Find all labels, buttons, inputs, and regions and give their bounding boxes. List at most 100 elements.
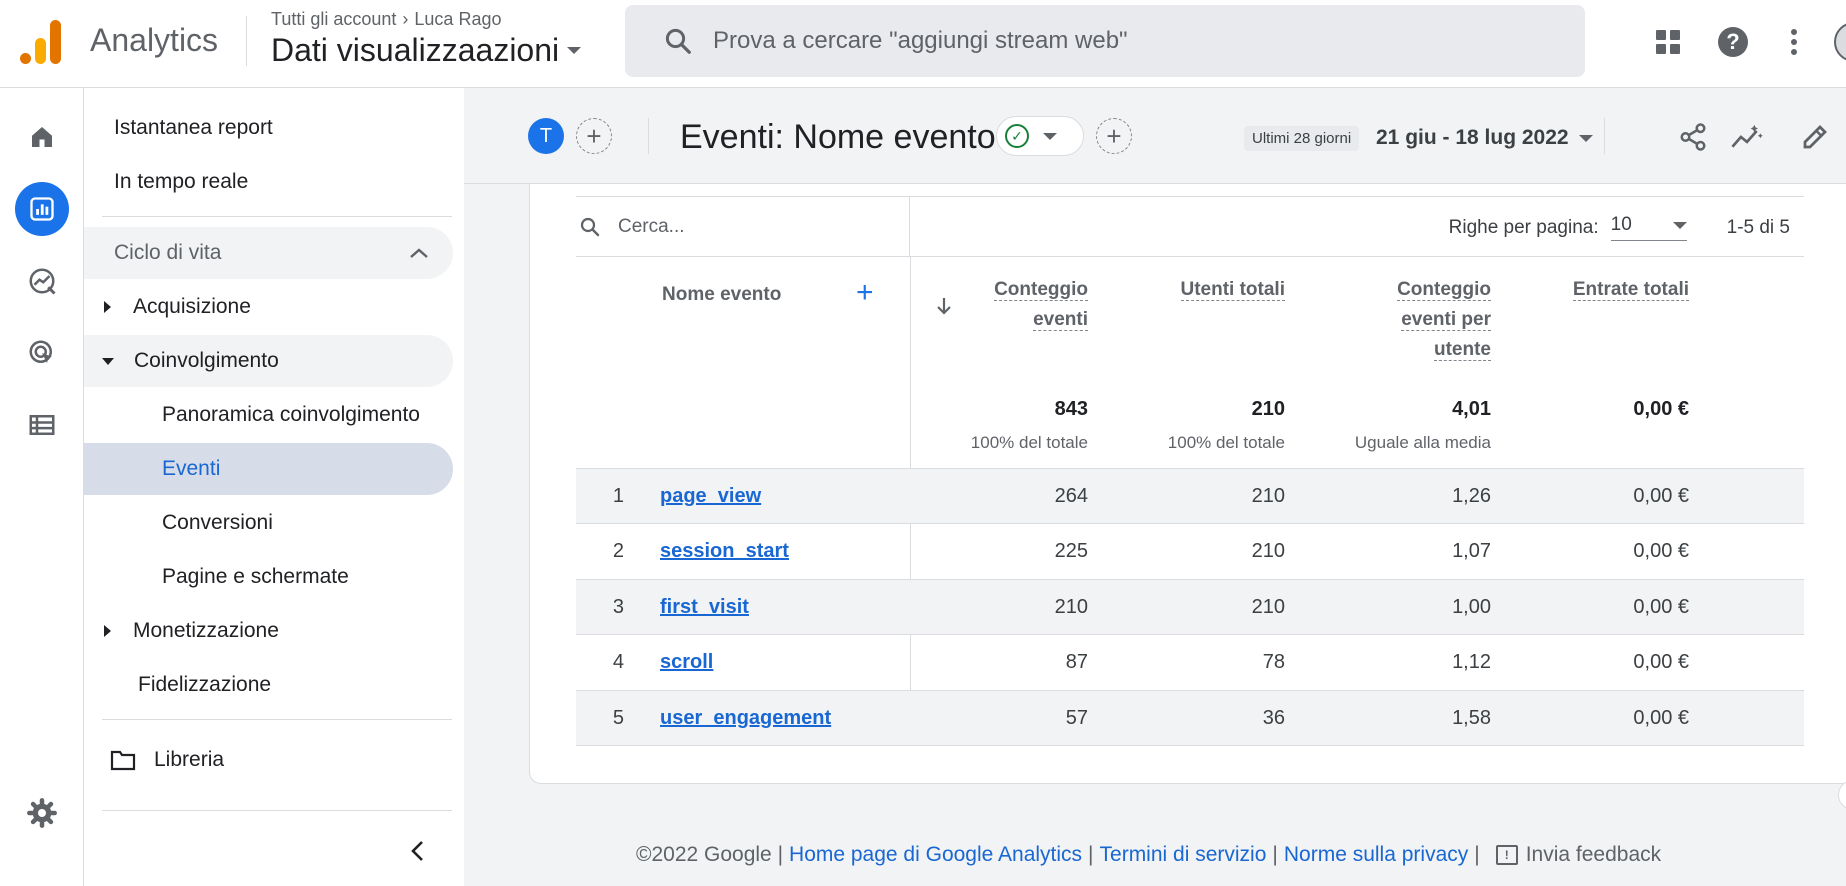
cell-events-per-user: 1,58 xyxy=(1452,707,1491,729)
report-header: T + Eventi: Nome evento ✓ + Ultimi 28 gi… xyxy=(464,88,1846,184)
cell-total-revenue: 0,00 € xyxy=(1633,707,1689,729)
nav-item-label: Pagine e schermate xyxy=(162,565,349,588)
event-name-link[interactable]: first_visit xyxy=(660,596,749,619)
reports-nav: Istantanea report In tempo reale Ciclo d… xyxy=(84,88,464,886)
configure-icon[interactable] xyxy=(15,398,69,452)
date-range-picker[interactable]: 21 giu - 18 lug 2022 xyxy=(1376,126,1593,150)
add-dimension-plus-icon[interactable]: + xyxy=(856,278,874,308)
cell-total-revenue: 0,00 € xyxy=(1633,540,1689,562)
table-row: 5 user_engagement 57 36 1,58 0,00 € xyxy=(576,690,1804,746)
footer: ©2022 Google | Home page di Google Analy… xyxy=(636,843,1661,867)
event-name-link[interactable]: scroll xyxy=(660,651,713,674)
nav-section-lifecycle[interactable]: Ciclo di vita xyxy=(84,227,453,279)
collapse-nav-chevron-left-icon[interactable] xyxy=(402,836,432,866)
column-header-total-revenue[interactable]: Entrate totali xyxy=(1530,275,1689,305)
nav-item-label: Coinvolgimento xyxy=(134,349,279,372)
home-icon[interactable] xyxy=(15,110,69,164)
nav-divider xyxy=(102,216,452,217)
cell-total-users: 210 xyxy=(1251,485,1285,507)
feedback-icon: ! xyxy=(1495,845,1518,865)
settings-gear-icon[interactable] xyxy=(15,786,69,840)
breadcrumb[interactable]: Tutti gli account › Luca Rago xyxy=(271,9,501,30)
analytics-logo-icon[interactable] xyxy=(20,20,64,64)
nav-item-pages-screens[interactable]: Pagine e schermate xyxy=(84,551,453,603)
rows-per-page-select[interactable]: 10 xyxy=(1610,214,1687,241)
add-comparison-plus-icon[interactable]: + xyxy=(576,118,612,154)
nav-item-acquisition[interactable]: Acquisizione xyxy=(84,281,453,333)
cell-total-revenue: 0,00 € xyxy=(1633,651,1689,673)
rows-per-page-value: 10 xyxy=(1610,214,1632,235)
table-row: 2 session_start 225 210 1,07 0,00 € xyxy=(576,523,1804,579)
help-icon[interactable]: ? xyxy=(1715,24,1751,60)
advertising-icon[interactable] xyxy=(15,326,69,380)
column-header-total-users[interactable]: Utenti totali xyxy=(1130,275,1285,305)
share-icon[interactable] xyxy=(1676,120,1710,154)
breadcrumb-parent[interactable]: Tutti gli account xyxy=(271,9,396,30)
nav-item-label: Acquisizione xyxy=(133,295,251,318)
dimension-header[interactable]: Nome evento xyxy=(662,280,781,310)
header-divider xyxy=(246,16,247,66)
nav-section-label: Ciclo di vita xyxy=(114,241,222,264)
column-header-event-count[interactable]: Conteggio eventi xyxy=(950,275,1088,335)
left-rail xyxy=(0,88,84,886)
caret-down-icon xyxy=(1672,221,1687,229)
avatar[interactable] xyxy=(1834,22,1846,62)
cell-events-per-user: 1,00 xyxy=(1452,596,1491,618)
breadcrumb-child[interactable]: Luca Rago xyxy=(414,9,501,30)
nav-item-label: Eventi xyxy=(162,457,221,480)
explore-icon[interactable] xyxy=(15,254,69,308)
cell-event-count: 225 xyxy=(1054,540,1088,562)
header-line: eventi xyxy=(1033,309,1088,331)
reports-icon[interactable] xyxy=(15,182,69,236)
date-preset-chip: Ultimi 28 giorni xyxy=(1244,126,1360,151)
footer-link-privacy[interactable]: Norme sulla privacy xyxy=(1284,843,1468,867)
table-search[interactable] xyxy=(576,197,910,257)
comparison-avatar[interactable]: T xyxy=(528,118,564,154)
header-divider xyxy=(648,118,649,154)
nav-item-library[interactable]: Libreria xyxy=(84,734,453,786)
edit-pencil-icon[interactable] xyxy=(1798,120,1832,154)
nav-item-engagement-overview[interactable]: Panoramica coinvolgimento xyxy=(84,389,453,441)
table-search-input[interactable] xyxy=(618,216,878,238)
row-index: 1 xyxy=(612,485,624,507)
feedback-button[interactable]: ! Invia feedback xyxy=(1495,843,1661,867)
nav-item-events[interactable]: Eventi xyxy=(84,443,453,495)
event-name-link[interactable]: session_start xyxy=(660,540,789,563)
more-vert-icon[interactable] xyxy=(1776,24,1812,60)
header-line: Entrate totali xyxy=(1572,279,1689,301)
cell-total-users: 210 xyxy=(1251,540,1285,562)
nav-item-snapshot[interactable]: Istantanea report xyxy=(84,102,453,154)
apps-grid-icon[interactable] xyxy=(1650,24,1686,60)
pagination-label: 1-5 di 5 xyxy=(1726,216,1790,238)
expand-arrow-icon xyxy=(104,625,111,637)
cell-event-count: 264 xyxy=(1054,485,1088,507)
search-input[interactable] xyxy=(713,27,1513,55)
header-line: utente xyxy=(1434,339,1491,361)
add-filter-plus-icon[interactable]: + xyxy=(1096,118,1132,154)
chevron-right-icon: › xyxy=(402,9,409,29)
insights-icon[interactable] xyxy=(1730,120,1764,154)
footer-link-terms[interactable]: Termini di servizio xyxy=(1100,843,1267,867)
event-name-link[interactable]: page_view xyxy=(660,485,761,508)
search-bar[interactable] xyxy=(625,5,1585,77)
nav-item-label: Libreria xyxy=(154,748,225,771)
cell-total-users: 36 xyxy=(1262,707,1285,729)
nav-item-monetization[interactable]: Monetizzazione xyxy=(84,605,453,657)
nav-item-retention[interactable]: Fidelizzazione xyxy=(84,659,453,711)
property-selector[interactable]: Dati visualizzaazioni xyxy=(271,32,582,69)
nav-item-engagement[interactable]: Coinvolgimento xyxy=(84,335,453,387)
nav-divider xyxy=(102,810,452,811)
footer-link-home[interactable]: Home page di Google Analytics xyxy=(789,843,1082,867)
scroll-handle[interactable] xyxy=(1838,780,1846,810)
chevron-up-icon xyxy=(410,248,428,258)
column-header-events-per-user[interactable]: Conteggio eventi per utente xyxy=(1320,275,1491,365)
table-row: 4 scroll 87 78 1,12 0,00 € xyxy=(576,634,1804,690)
nav-item-realtime[interactable]: In tempo reale xyxy=(84,156,453,208)
nav-item-conversions[interactable]: Conversioni xyxy=(84,497,453,549)
header-line: Conteggio xyxy=(1397,279,1491,301)
header-line: eventi per xyxy=(1401,309,1491,331)
report-status-dropdown[interactable]: ✓ xyxy=(996,116,1084,156)
event-name-link[interactable]: user_engagement xyxy=(660,707,831,730)
caret-down-icon xyxy=(1043,132,1057,140)
collapse-arrow-icon xyxy=(102,357,114,365)
